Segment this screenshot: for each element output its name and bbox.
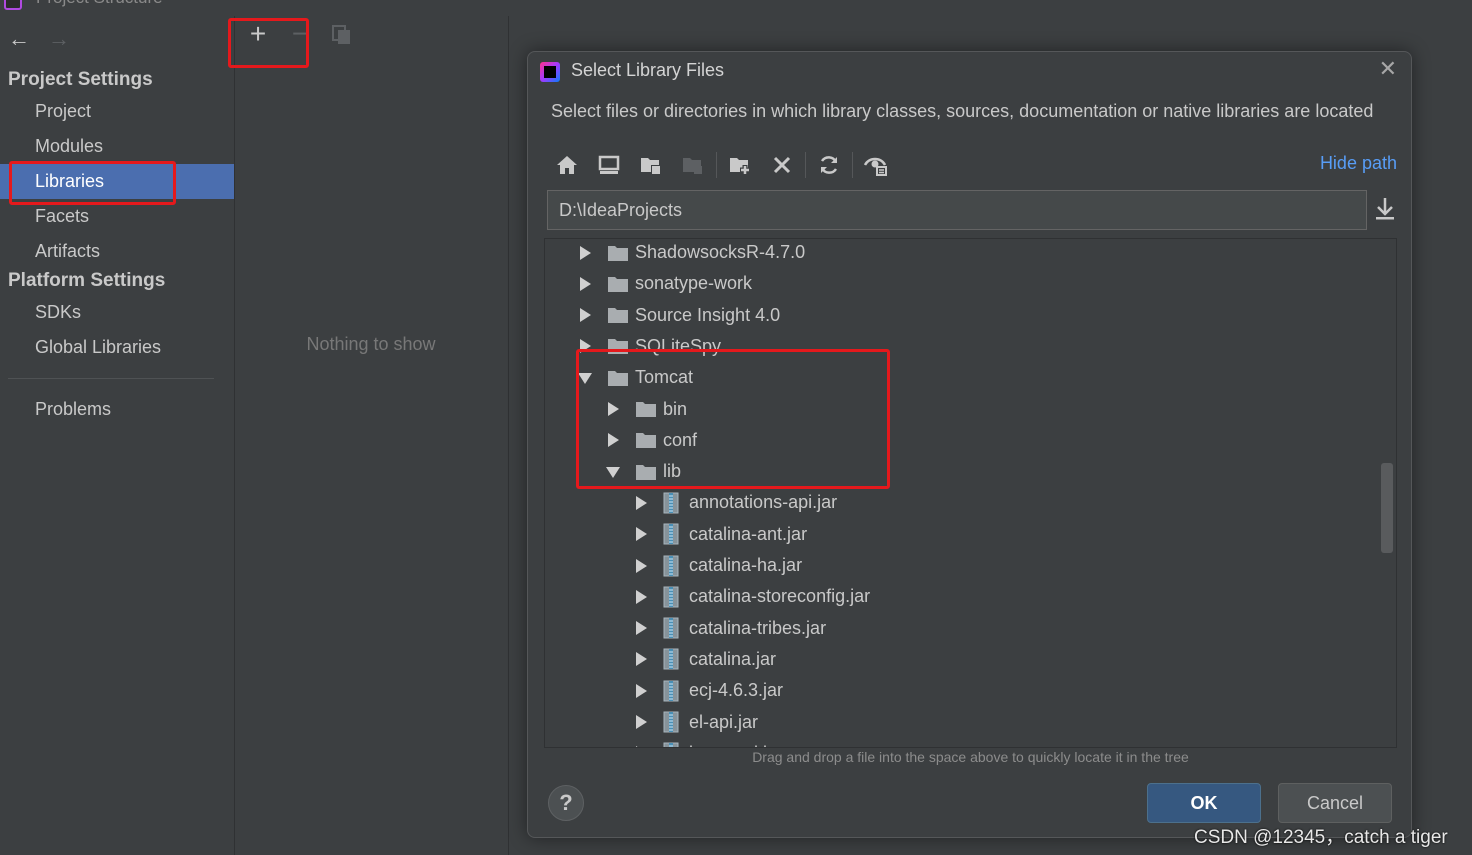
nav-divider <box>8 378 214 379</box>
folder-icon <box>608 308 628 324</box>
nav-item-project[interactable]: Project <box>0 94 234 129</box>
empty-state-text: Nothing to show <box>306 334 436 354</box>
dialog-description: Select files or directories in which lib… <box>551 101 1374 121</box>
expand-right-icon[interactable] <box>633 589 649 605</box>
tree-row-folder[interactable]: Source Insight 4.0 <box>577 300 780 331</box>
jar-file-icon <box>663 648 679 670</box>
expand-right-icon[interactable] <box>633 558 649 574</box>
jar-file-icon <box>663 680 679 702</box>
copy-icon[interactable] <box>331 24 353 46</box>
nav-item-artifacts[interactable]: Artifacts <box>0 234 234 269</box>
annotation-box-add <box>228 18 309 68</box>
tree-row-label: ecj-4.6.3.jar <box>689 680 784 701</box>
tree-row-jar[interactable]: catalina-ant.jar <box>633 519 807 550</box>
jar-file-icon <box>663 492 679 514</box>
home-icon[interactable] <box>546 148 588 182</box>
dialog-title: Select Library Files <box>571 60 725 80</box>
tree-row-label: ShadowsocksR-4.7.0 <box>635 242 806 262</box>
tree-row-folder[interactable]: sonatype-work <box>577 268 752 299</box>
tree-row-label: Source Insight 4.0 <box>635 304 781 325</box>
tree-row-label: catalina-ant.jar <box>689 523 808 544</box>
tree-row-label: catalina-ha.jar <box>689 555 803 575</box>
tree-row-jar[interactable]: catalina-tribes.jar <box>633 613 826 644</box>
tree-scrollbar[interactable] <box>1381 463 1393 553</box>
settings-nav-panel: ← → Project Settings Project Modules Lib… <box>0 16 234 855</box>
expand-right-icon[interactable] <box>633 620 649 636</box>
jar-file-icon <box>663 711 679 733</box>
jar-file-icon <box>663 617 679 639</box>
nav-arrows: ← → <box>8 26 70 52</box>
refresh-icon[interactable] <box>808 148 850 182</box>
new-folder-icon[interactable] <box>719 148 761 182</box>
nav-item-modules[interactable]: Modules <box>0 129 234 164</box>
help-button[interactable]: ? <box>548 785 584 821</box>
toolbar-separator <box>716 152 717 178</box>
expand-right-icon[interactable] <box>577 276 593 292</box>
expand-right-icon[interactable] <box>633 651 649 667</box>
intellij-app-icon <box>4 0 22 10</box>
libraries-list-panel: + − Nothing to show <box>234 16 508 855</box>
jar-file-icon <box>663 523 679 545</box>
tree-row-label: annotations-api.jar <box>689 492 838 513</box>
nav-item-global-libraries[interactable]: Global Libraries <box>0 330 234 365</box>
project-settings-header: Project Settings <box>8 69 153 90</box>
show-hidden-icon[interactable] <box>855 148 897 182</box>
nav-item-problems[interactable]: Problems <box>0 392 234 427</box>
tree-row-label: catalina.jar <box>689 648 777 669</box>
expand-right-icon[interactable] <box>633 745 649 748</box>
tree-row-jar[interactable]: catalina-storeconfig.jar <box>633 581 870 612</box>
file-chooser-toolbar <box>546 148 897 182</box>
tree-row-jar[interactable]: annotations-api.jar <box>633 487 837 518</box>
expand-right-icon[interactable] <box>633 714 649 730</box>
download-icon[interactable] <box>1373 196 1397 222</box>
path-input[interactable]: D:\IdeaProjects <box>547 190 1367 230</box>
expand-right-icon[interactable] <box>577 245 593 261</box>
drag-drop-hint: Drag and drop a file into the space abov… <box>752 749 1189 765</box>
jar-file-icon <box>663 742 679 747</box>
tree-row-label: catalina-tribes.jar <box>689 617 827 638</box>
module-folder-icon[interactable] <box>672 148 714 182</box>
tree-row-label: el-api.jar <box>689 711 759 732</box>
delete-icon[interactable] <box>761 148 803 182</box>
annotation-box-tomcat <box>576 349 890 489</box>
tree-row-label: jasper-el.jar <box>689 743 783 747</box>
arrow-right-icon[interactable]: → <box>48 26 70 52</box>
toolbar-separator <box>852 152 853 178</box>
intellij-logo-icon <box>540 62 560 82</box>
expand-right-icon[interactable] <box>633 495 649 511</box>
platform-settings-header: Platform Settings <box>8 270 166 291</box>
tree-row-jar[interactable]: el-api.jar <box>633 707 758 738</box>
expand-right-icon[interactable] <box>577 307 593 323</box>
file-tree[interactable]: jasper-el.jar el-api.jar ecj-4.6.3.jar cata… <box>544 238 1397 748</box>
nav-item-sdks[interactable]: SDKs <box>0 295 234 330</box>
tree-row-jar[interactable]: catalina.jar <box>633 644 776 675</box>
folder-icon <box>608 245 628 261</box>
hide-path-link[interactable]: Hide path <box>1320 153 1397 174</box>
tree-row-label: sonatype-work <box>635 273 753 294</box>
tree-row-label: catalina-storeconfig.jar <box>689 586 871 607</box>
tree-row-jar[interactable]: catalina-ha.jar <box>633 550 802 581</box>
ok-button[interactable]: OK <box>1147 783 1261 823</box>
watermark-text: CSDN @12345，catch a tiger <box>1194 827 1448 848</box>
panel-divider <box>508 16 509 855</box>
toolbar-separator <box>805 152 806 178</box>
tree-row-jar[interactable]: jasper-el.jar <box>633 738 783 748</box>
expand-right-icon[interactable] <box>633 526 649 542</box>
title-bar: Project Structure <box>0 0 1472 16</box>
annotation-box-libraries <box>9 161 176 205</box>
jar-file-icon <box>663 586 679 608</box>
folder-icon <box>608 276 628 292</box>
project-folder-icon[interactable] <box>630 148 672 182</box>
window-title: Project Structure <box>36 0 163 8</box>
tree-row-folder[interactable]: ShadowsocksR-4.7.0 <box>577 239 806 268</box>
tree-row-jar[interactable]: ecj-4.6.3.jar <box>633 675 783 706</box>
cancel-button[interactable]: Cancel <box>1278 783 1392 823</box>
expand-right-icon[interactable] <box>633 683 649 699</box>
jar-file-icon <box>663 555 679 576</box>
arrow-left-icon[interactable]: ← <box>8 26 30 52</box>
desktop-icon[interactable] <box>588 148 630 182</box>
close-icon[interactable]: ✕ <box>1379 56 1397 82</box>
